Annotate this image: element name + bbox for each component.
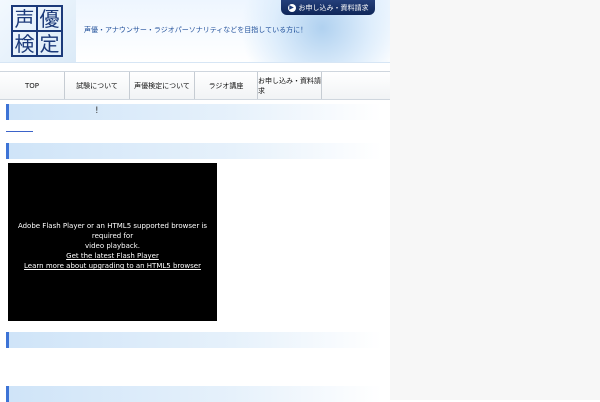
logo-char: 検 xyxy=(11,30,38,57)
site-header: 声 優 検 定 声優・アナウンサー・ラジオパーソナリティなどを目指している方に！… xyxy=(0,0,390,63)
html5-upgrade-link[interactable]: Learn more about upgrading to an HTML5 b… xyxy=(8,261,217,271)
logo-char: 優 xyxy=(36,5,63,32)
link-underline[interactable] xyxy=(6,131,33,132)
circle-arrow-icon: ▶ xyxy=(287,3,296,12)
html5-upgrade-link-text: Learn more about upgrading to an HTML5 b… xyxy=(24,262,201,270)
flash-player-link-text: Get the latest Flash Player xyxy=(66,252,159,260)
video-message-line: Adobe Flash Player or an HTML5 supported… xyxy=(17,222,208,240)
nav-item-label: ラジオ講座 xyxy=(208,81,244,90)
section-heading-bar xyxy=(6,143,382,159)
nav-item-radio[interactable]: ラジオ講座 xyxy=(195,72,258,99)
page-content: 声 優 検 定 声優・アナウンサー・ラジオパーソナリティなどを目指している方に！… xyxy=(0,0,390,402)
nav-item-label: 声優検定について xyxy=(134,81,190,90)
page-background xyxy=(390,0,600,400)
nav-item-label: TOP xyxy=(24,81,39,90)
section-heading-bar: ! xyxy=(6,104,382,120)
nav-item-label: 試験について xyxy=(76,81,118,90)
section-heading-bar xyxy=(6,332,382,348)
nav-item-label: お申し込み・資料請求 xyxy=(258,76,321,95)
logo-char: 声 xyxy=(11,5,38,32)
video-player[interactable]: Adobe Flash Player or an HTML5 supported… xyxy=(8,163,217,321)
header-apply-button[interactable]: ▶ お申し込み・資料請求 xyxy=(281,0,375,15)
logo-char: 定 xyxy=(36,30,63,57)
nav-item-about[interactable]: 声優検定について xyxy=(130,72,195,99)
video-message-line: video playback. xyxy=(84,242,141,250)
header-tagline: 声優・アナウンサー・ラジオパーソナリティなどを目指している方に！ xyxy=(84,26,308,34)
main-nav: TOP 試験について 声優検定について ラジオ講座 お申し込み・資料請求 xyxy=(0,71,390,100)
logo-grid: 声 優 検 定 xyxy=(11,5,63,57)
flash-player-link[interactable]: Get the latest Flash Player xyxy=(8,251,217,261)
site-logo[interactable]: 声 優 検 定 xyxy=(0,0,76,62)
nav-item-apply[interactable]: お申し込み・資料請求 xyxy=(258,72,322,99)
nav-item-exam[interactable]: 試験について xyxy=(65,72,130,99)
nav-item-top[interactable]: TOP xyxy=(0,72,65,99)
header-apply-label: お申し込み・資料請求 xyxy=(298,3,369,12)
section-heading-text: ! xyxy=(95,106,99,116)
video-fallback-message: Adobe Flash Player or an HTML5 supported… xyxy=(8,221,217,271)
